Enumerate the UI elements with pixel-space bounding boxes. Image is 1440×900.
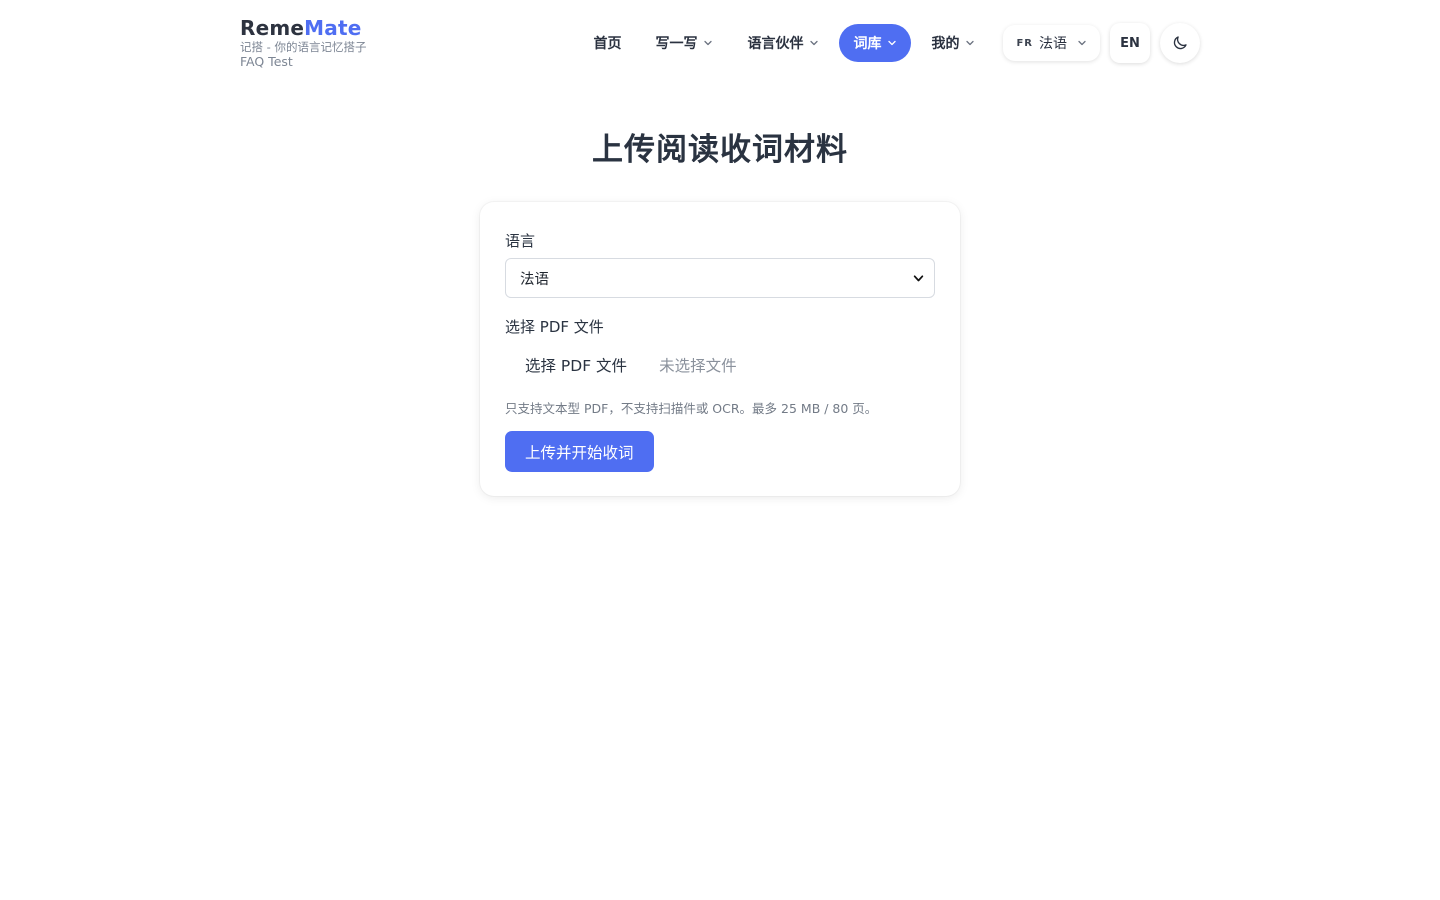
nav-item-home[interactable]: 首页	[579, 24, 635, 62]
language-select-value: 法语	[520, 271, 549, 288]
chevron-down-icon	[888, 40, 897, 46]
file-status: 未选择文件	[659, 357, 737, 375]
study-language-switcher[interactable]: FR 法语	[1003, 25, 1100, 61]
nav-item-label: 我的	[931, 36, 960, 52]
brand-subline: FAQ Test	[240, 54, 293, 69]
nav-item-label: 写一写	[655, 36, 698, 52]
brand[interactable]: RemeMate 记搭 - 你的语言记忆搭子 FAQ Test	[240, 16, 366, 70]
study-language-label: 法语	[1039, 36, 1067, 52]
upload-submit-button[interactable]: 上传并开始收词	[505, 431, 654, 472]
nav-item-vocabulary[interactable]: 词库	[839, 24, 912, 62]
language-select[interactable]: 法语	[505, 258, 935, 298]
ui-language-label: EN	[1120, 35, 1140, 51]
nav-item-mine[interactable]: 我的	[917, 24, 989, 62]
pdf-file-label: 选择 PDF 文件	[505, 318, 604, 336]
language-label: 语言	[505, 232, 536, 250]
choose-file-button[interactable]: 选择 PDF 文件	[505, 354, 647, 376]
upload-card: 语言 法语 选择 PDF 文件 选择 PDF 文件 未选择文件 只支持文本型 P…	[480, 202, 960, 496]
chevron-down-icon	[1078, 40, 1086, 46]
brand-name-part2: Mate	[304, 16, 362, 40]
nav-item-label: 词库	[853, 36, 882, 52]
upload-hint: 只支持文本型 PDF，不支持扫描件或 OCR。最多 25 MB / 80 页。	[505, 401, 878, 416]
study-language-code: FR	[1016, 37, 1033, 49]
nav-item-label: 语言伙伴	[747, 36, 804, 52]
brand-logo[interactable]: RemeMate	[240, 16, 366, 40]
brand-tagline: 记搭 - 你的语言记忆搭子	[240, 40, 367, 54]
site-header: RemeMate 记搭 - 你的语言记忆搭子 FAQ Test 首页 写一写 语…	[240, 0, 1200, 86]
page-title: 上传阅读收词材料	[592, 132, 848, 168]
file-input[interactable]: 选择 PDF 文件 未选择文件	[505, 352, 737, 378]
chevron-down-icon	[913, 275, 924, 282]
main-nav: 首页 写一写 语言伙伴 词库 我的 FR 法语 EN	[579, 23, 1200, 63]
chevron-down-icon	[704, 40, 713, 46]
nav-item-language-partner[interactable]: 语言伙伴	[733, 24, 833, 62]
chevron-down-icon	[966, 40, 975, 46]
chevron-down-icon	[810, 40, 819, 46]
nav-item-write[interactable]: 写一写	[641, 24, 727, 62]
ui-language-button[interactable]: EN	[1110, 23, 1150, 63]
upload-submit-label: 上传并开始收词	[525, 443, 634, 462]
nav-item-label: 首页	[593, 36, 622, 52]
theme-toggle-button[interactable]	[1160, 23, 1200, 63]
moon-icon	[1173, 36, 1187, 50]
brand-name-part1: Reme	[240, 16, 305, 40]
